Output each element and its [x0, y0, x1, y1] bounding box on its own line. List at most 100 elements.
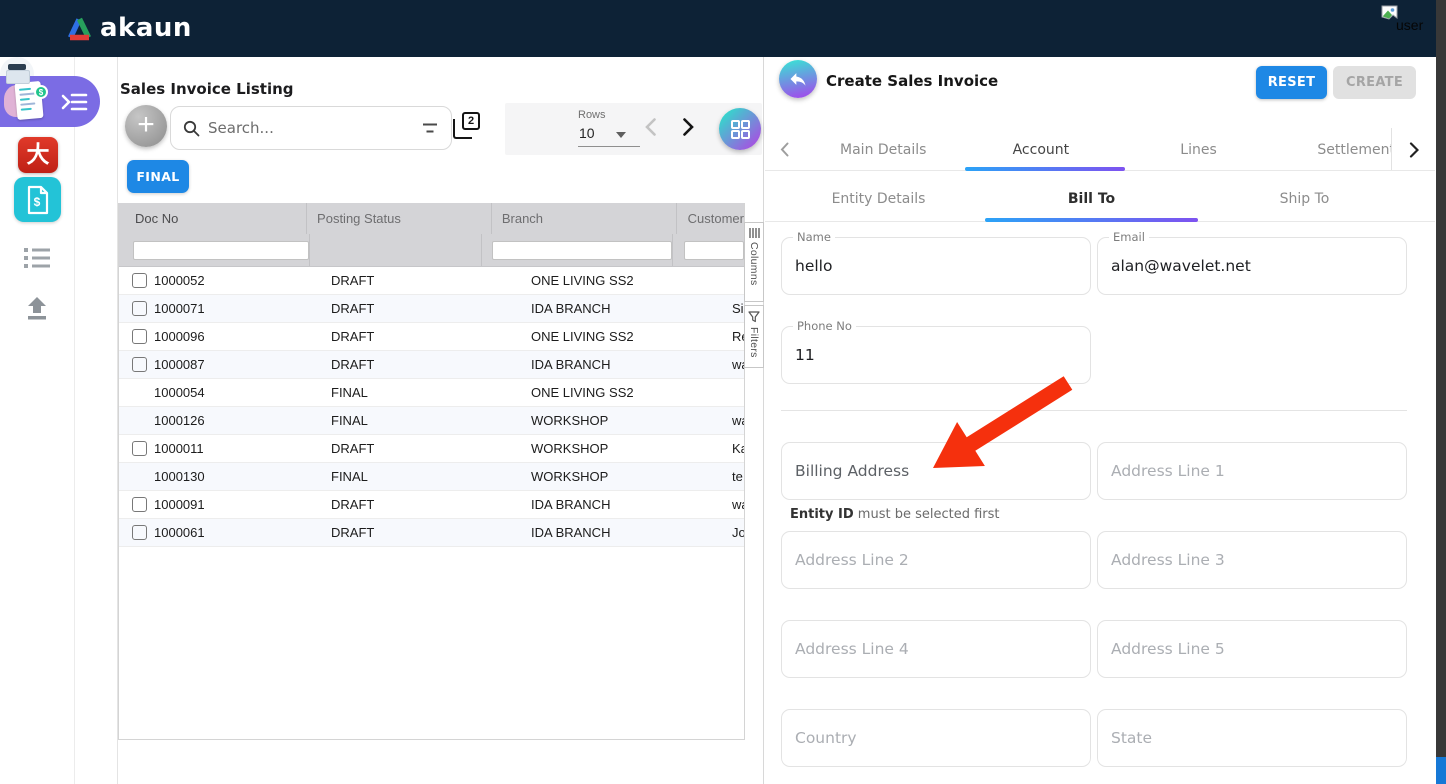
country-input[interactable]: [795, 711, 1079, 765]
address-line-5-input[interactable]: [1111, 622, 1395, 676]
tab-account[interactable]: Account: [962, 142, 1120, 158]
row-checkbox[interactable]: [132, 525, 147, 540]
filter-doc-no-input[interactable]: [133, 241, 309, 260]
subtab-bill-to[interactable]: Bill To: [985, 191, 1198, 207]
header-posting-status[interactable]: Posting Status: [306, 203, 491, 234]
reset-button[interactable]: RESET: [1256, 66, 1327, 99]
name-input[interactable]: [795, 239, 1079, 293]
brand-logo[interactable]: akaun: [66, 13, 192, 43]
table-empty-area: [119, 547, 744, 739]
chevron-left-icon: [780, 142, 789, 157]
cell-doc-no: 1000130: [151, 469, 321, 484]
table-row[interactable]: 1000087 DRAFT IDA BRANCH wa: [119, 351, 744, 379]
cell-posting-status: DRAFT: [321, 497, 521, 512]
grid-icon: [730, 119, 751, 140]
sub-tabs: Entity Details Bill To Ship To: [772, 176, 1411, 221]
columns-side-tab[interactable]: Columns: [744, 222, 764, 302]
state-input[interactable]: [1111, 711, 1395, 765]
table-row[interactable]: 1000061 DRAFT IDA BRANCH Jo: [119, 519, 744, 547]
cell-posting-status: DRAFT: [321, 357, 521, 372]
row-checkbox[interactable]: [132, 301, 147, 316]
country-field: [781, 709, 1091, 767]
sidebar-upload-icon[interactable]: [24, 296, 50, 322]
header-customer[interactable]: Customer: [676, 203, 744, 234]
window-scrollbar-thumb[interactable]: [1436, 757, 1446, 784]
entity-id-helper-text: Entity ID must be selected first: [790, 507, 1000, 522]
phone-input[interactable]: [795, 328, 1079, 382]
rows-per-page-label: Rows: [578, 109, 606, 121]
search-box: [170, 106, 452, 150]
search-icon: [183, 120, 200, 137]
cell-branch: ONE LIVING SS2: [521, 273, 721, 288]
create-panel-title: Create Sales Invoice: [826, 72, 998, 90]
filter-list-icon[interactable]: [421, 122, 439, 135]
back-arrow-icon: [788, 69, 808, 89]
sidebar-listing-icon[interactable]: [22, 246, 52, 270]
sidebar-app-invoice-icon[interactable]: $: [14, 177, 61, 222]
table-row[interactable]: 1000054 FINAL ONE LIVING SS2: [119, 379, 744, 407]
funnel-icon: [748, 311, 760, 323]
status-filter-chip[interactable]: FINAL: [127, 160, 189, 193]
table-row[interactable]: 1000130 FINAL WORKSHOP te: [119, 463, 744, 491]
phone-field: Phone No: [781, 326, 1091, 384]
subtab-ship-to[interactable]: Ship To: [1198, 191, 1411, 207]
cell-customer: Si: [721, 301, 744, 316]
address-line-3-field: [1097, 531, 1407, 589]
row-checkbox[interactable]: [132, 273, 147, 288]
address-line-1-input[interactable]: [1111, 444, 1395, 498]
search-input[interactable]: [208, 119, 413, 137]
table-row[interactable]: 1000126 FINAL WORKSHOP wa: [119, 407, 744, 435]
cell-posting-status: DRAFT: [321, 273, 521, 288]
user-avatar[interactable]: user: [1380, 5, 1440, 45]
create-button[interactable]: CREATE: [1333, 66, 1416, 99]
active-tab-indicator: [965, 167, 1125, 171]
menu-open-icon[interactable]: [60, 91, 88, 113]
cell-doc-no: 1000096: [151, 329, 321, 344]
cell-doc-no: 1000061: [151, 525, 321, 540]
next-page-button[interactable]: [682, 117, 695, 142]
header-doc-no[interactable]: Doc No: [119, 211, 306, 226]
table-row[interactable]: 1000011 DRAFT WORKSHOP Ka: [119, 435, 744, 463]
address-line-3-input[interactable]: [1111, 533, 1395, 587]
filter-branch-input[interactable]: [492, 241, 672, 260]
header-branch[interactable]: Branch: [491, 203, 676, 234]
duplicate-pages-icon[interactable]: 2: [453, 112, 480, 139]
sidebar-app-da-icon[interactable]: 大: [18, 137, 58, 173]
row-checkbox[interactable]: [132, 329, 147, 344]
chevron-right-icon: [1409, 142, 1419, 158]
table-row[interactable]: 1000096 DRAFT ONE LIVING SS2 Re: [119, 323, 744, 351]
cell-doc-no: 1000126: [151, 413, 321, 428]
main-tabs: Main Details Account Lines Settlement: [765, 129, 1435, 170]
table-row[interactable]: 1000091 DRAFT IDA BRANCH wa: [119, 491, 744, 519]
address-line-4-input[interactable]: [795, 622, 1079, 676]
tabs-scroll-right-button[interactable]: [1391, 128, 1435, 171]
table-row[interactable]: 1000052 DRAFT ONE LIVING SS2: [119, 267, 744, 295]
tabs-scroll-left-button[interactable]: [765, 142, 804, 157]
row-checkbox[interactable]: [132, 441, 147, 456]
rows-per-page-value[interactable]: 10: [579, 125, 595, 141]
rows-dropdown-caret-icon[interactable]: [616, 132, 626, 138]
billing-address-input[interactable]: [795, 444, 1079, 498]
row-checkbox[interactable]: [132, 357, 147, 372]
tab-lines[interactable]: Lines: [1120, 142, 1278, 158]
window-scrollbar-track[interactable]: [1436, 0, 1446, 784]
cell-customer: Jo: [721, 525, 744, 540]
grid-view-button[interactable]: [719, 108, 761, 150]
panel-divider: [763, 57, 764, 784]
back-button[interactable]: [779, 60, 817, 98]
prev-page-button[interactable]: [644, 117, 657, 142]
add-invoice-button[interactable]: +: [125, 105, 167, 147]
address-line-2-input[interactable]: [795, 533, 1079, 587]
table-row[interactable]: 1000071 DRAFT IDA BRANCH Si: [119, 295, 744, 323]
invoice-table: Doc No Posting Status Branch Customer 10…: [118, 203, 745, 740]
state-field: [1097, 709, 1407, 767]
page-title: Sales Invoice Listing: [120, 80, 294, 98]
tab-main-details[interactable]: Main Details: [804, 142, 962, 158]
cell-branch: ONE LIVING SS2: [521, 329, 721, 344]
email-input[interactable]: [1111, 239, 1395, 293]
row-checkbox[interactable]: [132, 497, 147, 512]
brand-name: akaun: [100, 13, 192, 43]
filters-side-tab[interactable]: Filters: [744, 305, 764, 368]
filter-customer-input[interactable]: [684, 241, 744, 260]
subtab-entity-details[interactable]: Entity Details: [772, 191, 985, 207]
